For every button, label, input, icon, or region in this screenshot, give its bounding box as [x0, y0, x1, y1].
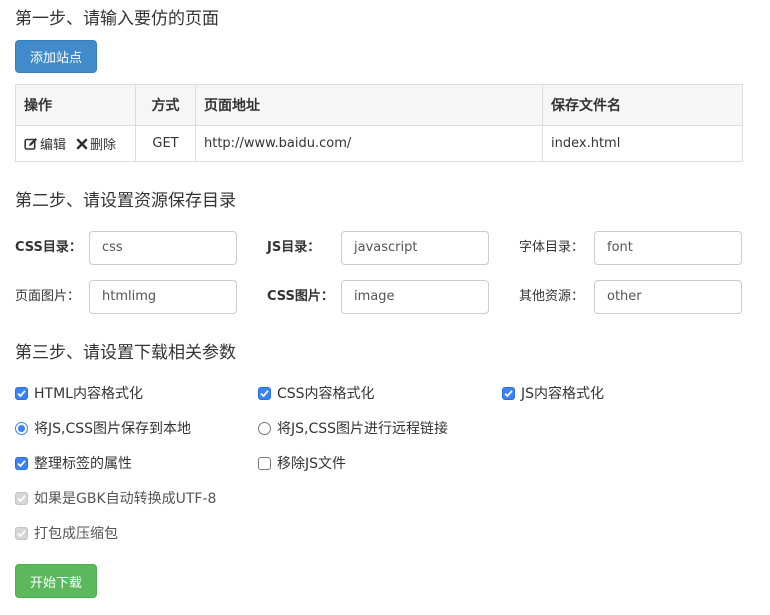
check-icon — [504, 389, 513, 397]
remove-js-checkbox[interactable] — [258, 456, 271, 470]
html-format-label: HTML内容格式化 — [34, 386, 143, 402]
edit-label: 编辑 — [40, 138, 67, 153]
delete-label: 删除 — [90, 138, 117, 153]
close-icon — [76, 138, 88, 149]
save-local-option[interactable]: 将JS,CSS图片保存到本地 — [15, 418, 191, 438]
page-img-input[interactable]: htmlimg — [89, 280, 237, 314]
gbk-convert-option: 如果是GBK自动转换成UTF-8 — [15, 488, 216, 508]
table-row: 编辑 删除 GET http://www.baidu.com/ index.ht… — [15, 125, 743, 162]
header-filename: 保存文件名 — [542, 84, 743, 126]
header-url: 页面地址 — [195, 84, 543, 126]
css-dir-input[interactable]: css — [89, 231, 237, 265]
html-format-option[interactable]: HTML内容格式化 — [15, 383, 143, 403]
zip-checkbox — [15, 526, 28, 540]
row-method: GET — [135, 125, 196, 162]
css-format-label: CSS内容格式化 — [277, 386, 375, 402]
row-operations: 编辑 删除 — [15, 125, 136, 162]
tidy-attrs-checkbox[interactable] — [15, 456, 28, 470]
step2-title: 第二步、请设置资源保存目录 — [15, 191, 236, 211]
js-format-checkbox[interactable] — [502, 386, 515, 400]
delete-link[interactable]: 删除 — [76, 134, 116, 153]
check-icon — [17, 494, 26, 502]
zip-label: 打包成压缩包 — [34, 526, 118, 542]
zip-option: 打包成压缩包 — [15, 523, 118, 543]
sites-table: 操作 方式 页面地址 保存文件名 编辑 删除 GET http://www.ba… — [15, 84, 743, 162]
font-dir-label: 字体目录： — [519, 240, 585, 255]
other-dir-input[interactable]: other — [594, 280, 742, 314]
step3-title: 第三步、请设置下载相关参数 — [15, 343, 236, 363]
header-operation: 操作 — [15, 84, 136, 126]
gbk-convert-checkbox — [15, 491, 28, 505]
check-icon — [17, 529, 26, 537]
edit-link[interactable]: 编辑 — [24, 134, 66, 153]
start-download-button[interactable]: 开始下载 — [15, 564, 97, 598]
row-url: http://www.baidu.com/ — [195, 125, 543, 162]
save-local-radio[interactable] — [15, 421, 28, 435]
check-icon — [17, 459, 26, 467]
page-img-label: 页面图片： — [15, 289, 81, 304]
remove-js-option[interactable]: 移除JS文件 — [258, 453, 346, 473]
tidy-attrs-label: 整理标签的属性 — [34, 456, 132, 472]
js-format-label: JS内容格式化 — [521, 386, 605, 402]
font-dir-input[interactable]: font — [594, 231, 742, 265]
css-format-checkbox[interactable] — [258, 386, 271, 400]
dir-row-1: CSS目录： css JS目录： javascript 字体目录： font — [15, 231, 743, 265]
check-icon — [260, 389, 269, 397]
css-format-option[interactable]: CSS内容格式化 — [258, 383, 375, 403]
js-dir-input[interactable]: javascript — [341, 231, 489, 265]
table-header-row: 操作 方式 页面地址 保存文件名 — [15, 84, 743, 126]
step1-title: 第一步、请输入要仿的页面 — [15, 9, 219, 29]
other-dir-label: 其他资源： — [519, 289, 585, 304]
remote-link-option[interactable]: 将JS,CSS图片进行远程链接 — [258, 418, 448, 438]
gbk-convert-label: 如果是GBK自动转换成UTF-8 — [34, 491, 217, 507]
remove-js-label: 移除JS文件 — [277, 456, 347, 472]
remote-link-label: 将JS,CSS图片进行远程链接 — [277, 421, 449, 437]
remote-link-radio[interactable] — [258, 421, 271, 435]
add-site-button[interactable]: 添加站点 — [15, 40, 97, 73]
check-icon — [17, 389, 26, 397]
edit-icon — [24, 137, 37, 150]
header-method: 方式 — [135, 84, 196, 126]
tidy-attrs-option[interactable]: 整理标签的属性 — [15, 453, 132, 473]
css-img-input[interactable]: image — [341, 280, 489, 314]
css-dir-label: CSS目录： — [15, 240, 82, 255]
html-format-checkbox[interactable] — [15, 386, 28, 400]
row-filename: index.html — [542, 125, 743, 162]
save-local-label: 将JS,CSS图片保存到本地 — [34, 421, 192, 437]
dir-row-2: 页面图片： htmlimg CSS图片： image 其他资源： other — [15, 280, 743, 314]
js-dir-label: JS目录： — [267, 240, 321, 255]
js-format-option[interactable]: JS内容格式化 — [502, 383, 604, 403]
css-img-label: CSS图片： — [267, 289, 334, 304]
